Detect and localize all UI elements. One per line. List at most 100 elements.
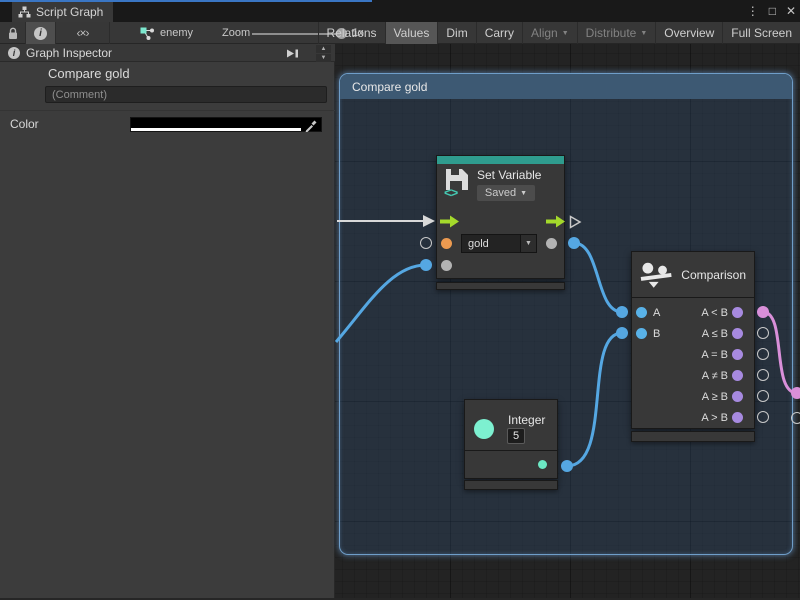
variable-name-dropdown[interactable]: gold ▼ <box>461 234 537 253</box>
flow-input-port[interactable] <box>440 215 459 228</box>
color-swatch[interactable] <box>130 117 322 132</box>
flow-continuation-icon[interactable] <box>569 215 582 229</box>
output-label: A > B <box>701 412 728 424</box>
port-integer-output[interactable] <box>538 460 547 469</box>
dock-button[interactable] <box>285 46 301 60</box>
output-label: A ≥ B <box>702 391 728 403</box>
breadcrumb-label: enemy <box>160 27 193 39</box>
variable-accent-bar <box>437 156 564 164</box>
node-footer <box>436 282 565 290</box>
dock-icon <box>286 48 300 59</box>
script-graph-icon <box>18 6 31 18</box>
port-output-lessequal[interactable] <box>732 328 743 339</box>
port-output-equal[interactable] <box>732 349 743 360</box>
port-output-notequal[interactable] <box>732 370 743 381</box>
full-screen-button[interactable]: Full Screen <box>722 22 800 44</box>
graph-inspector-panel: i Graph Inspector ▲ ▼ Compare gold Color <box>0 44 335 598</box>
node-footer <box>464 480 558 490</box>
flow-output-port[interactable] <box>546 215 565 228</box>
breadcrumb[interactable]: enemy <box>140 22 193 44</box>
tab-bar: Script Graph ⋮ □ ✕ <box>0 0 800 22</box>
chevron-down-icon: ▼ <box>562 30 569 37</box>
unity-visual-scripting-window: Script Graph ⋮ □ ✕ i ‹×› <box>0 0 800 600</box>
port-output-greaterequal[interactable] <box>732 391 743 402</box>
code-icon: ‹×› <box>77 26 89 40</box>
port-output-value[interactable] <box>546 238 557 249</box>
connection-endpoint[interactable] <box>757 306 769 318</box>
port-ring[interactable] <box>420 237 432 249</box>
code-view-button[interactable]: ‹×› <box>56 22 110 44</box>
svg-text:<>: <> <box>444 185 459 198</box>
integer-value-field[interactable] <box>507 428 525 444</box>
output-label: A ≤ B <box>702 328 728 340</box>
scroll-up-button[interactable]: ▲ <box>316 45 331 53</box>
comment-input[interactable] <box>45 86 327 103</box>
chevron-down-icon: ▼ <box>640 30 647 37</box>
overview-button[interactable]: Overview <box>655 22 722 44</box>
graph-inspector-header: i Graph Inspector ▲ ▼ <box>0 44 335 62</box>
alpha-strip <box>131 128 301 131</box>
node-title: Set Variable <box>477 168 541 182</box>
input-b-label: B <box>653 328 660 340</box>
maximize-icon[interactable]: □ <box>769 4 776 18</box>
lock-button[interactable] <box>0 22 26 44</box>
window-menu-icon[interactable]: ⋮ <box>747 4 759 18</box>
color-field-label: Color <box>10 117 39 131</box>
integer-type-icon <box>474 419 494 439</box>
lock-icon <box>7 27 19 40</box>
variable-name-value: gold <box>462 235 520 252</box>
connection-endpoint[interactable] <box>616 327 628 339</box>
port-output-greater[interactable] <box>732 412 743 423</box>
graph-node-icon <box>140 27 155 40</box>
port-ring[interactable] <box>757 327 769 339</box>
chevron-down-icon: ▼ <box>520 235 536 252</box>
node-comparison[interactable]: Comparison A A < B B A ≤ B A = B <box>631 251 755 429</box>
group-header[interactable]: Compare gold <box>340 74 792 99</box>
align-dropdown[interactable]: Align ▼ <box>522 22 577 44</box>
port-ring[interactable] <box>757 390 769 402</box>
inspector-title: Graph Inspector <box>26 46 112 60</box>
dim-button[interactable]: Dim <box>437 22 475 44</box>
tab-script-graph[interactable]: Script Graph <box>12 2 113 22</box>
connection-endpoint[interactable] <box>568 237 580 249</box>
relations-button[interactable]: Relations <box>318 22 385 44</box>
output-label: A < B <box>701 307 728 319</box>
port-ring[interactable] <box>791 412 800 424</box>
port-fallback-value[interactable] <box>441 260 452 271</box>
port-ring[interactable] <box>757 348 769 360</box>
graph-toolbar: i ‹×› enemy Zoom 1x Relations Values Dim… <box>0 22 800 44</box>
graph-title: Compare gold <box>48 66 130 81</box>
carry-button[interactable]: Carry <box>476 22 522 44</box>
distribute-dropdown[interactable]: Distribute ▼ <box>577 22 656 44</box>
port-ring[interactable] <box>757 411 769 423</box>
graph-canvas[interactable]: Compare gold <> <box>335 44 800 600</box>
close-icon[interactable]: ✕ <box>786 4 796 18</box>
inspector-scroll-buttons: ▲ ▼ <box>316 44 331 62</box>
connection-endpoint[interactable] <box>420 259 432 271</box>
values-button[interactable]: Values <box>385 22 438 44</box>
chevron-down-icon: ▼ <box>520 190 527 197</box>
scroll-down-button[interactable]: ▼ <box>316 54 331 62</box>
port-input-b[interactable] <box>636 328 647 339</box>
port-output-less[interactable] <box>732 307 743 318</box>
tab-title: Script Graph <box>36 5 103 19</box>
inspector-toggle-button[interactable]: i <box>26 22 56 44</box>
connection-endpoint[interactable] <box>791 387 800 399</box>
comparison-icon <box>640 261 673 288</box>
port-variable-name[interactable] <box>441 238 452 249</box>
info-icon: i <box>34 27 47 40</box>
connection-endpoint[interactable] <box>616 306 628 318</box>
connection-endpoint[interactable] <box>561 460 573 472</box>
port-ring[interactable] <box>757 369 769 381</box>
info-icon: i <box>8 47 20 59</box>
zoom-label: Zoom <box>222 22 250 44</box>
group-title: Compare gold <box>352 80 427 94</box>
variable-kind-dropdown[interactable]: Saved ▼ <box>477 185 535 201</box>
eyedropper-button[interactable] <box>304 118 318 137</box>
divider <box>0 110 335 111</box>
port-input-a[interactable] <box>636 307 647 318</box>
input-a-label: A <box>653 307 660 319</box>
eyedropper-icon <box>304 118 318 132</box>
toolbar-button-group: Relations Values Dim Carry Align ▼ Distr… <box>318 22 800 44</box>
node-title: Integer <box>508 413 545 427</box>
